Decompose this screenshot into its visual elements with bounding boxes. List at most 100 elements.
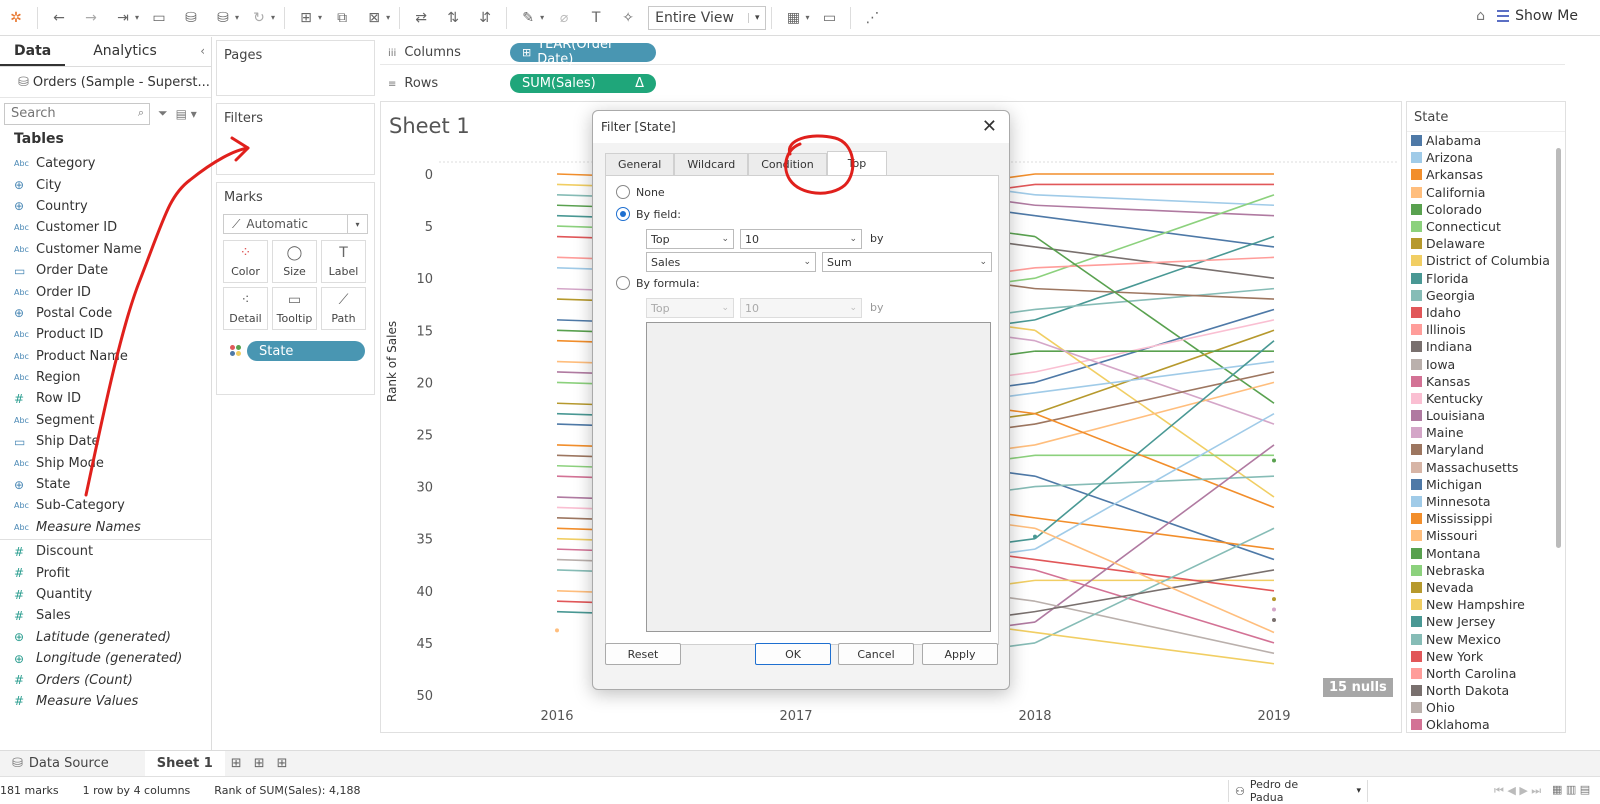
reset-button[interactable]: Reset [605,643,681,665]
close-icon[interactable]: ✕ [982,116,997,137]
radio-by-field-button[interactable] [616,207,630,221]
field-item[interactable]: ▭ Ship Date [0,431,211,452]
legend-item[interactable]: Arizona [1407,149,1565,166]
radio-by-field[interactable]: By field: [616,207,681,221]
tab-general[interactable]: General [605,153,675,175]
field-item[interactable]: # Quantity [0,584,211,605]
redo-icon[interactable]: → [79,6,103,30]
nulls-indicator[interactable]: 15 nulls [1323,678,1393,697]
legend-item[interactable]: Colorado [1407,201,1565,218]
replay-icon[interactable]: ⇥ [111,6,135,30]
apply-button[interactable]: Apply [922,643,998,665]
view-layout-icons[interactable]: ▦ ▥ ▤ [1552,783,1590,796]
radio-by-formula-button[interactable] [616,276,630,290]
field-item[interactable]: Abc Category [0,153,211,174]
radio-none-button[interactable] [616,185,630,199]
top-bottom-select[interactable]: Top ⌄ [646,229,734,249]
label-button[interactable]: T Label [321,240,366,283]
y-axis-title[interactable]: Rank of Sales [385,321,399,402]
count-select[interactable]: 10 ⌄ [740,229,862,249]
field-item[interactable]: Abc Sub-Category [0,495,211,516]
legend-item[interactable]: Minnesota [1407,493,1565,510]
duplicate-sheet-icon[interactable]: ⧉ [330,6,354,30]
legend-item[interactable]: Montana [1407,545,1565,562]
aggregation-select[interactable]: Sum ⌄ [822,252,992,272]
radio-by-formula[interactable]: By formula: [616,276,700,290]
user-menu[interactable]: ⚇ Pedro de Padua ▾ [1228,778,1368,804]
legend-item[interactable]: North Dakota [1407,682,1565,699]
legend-item[interactable]: Missouri [1407,527,1565,544]
sort-descending-icon[interactable]: ⇵ [473,6,497,30]
undo-icon[interactable]: ← [47,6,71,30]
show-cards-caret-icon[interactable]: ▾ [805,13,809,22]
highlight-caret-icon[interactable]: ▾ [540,13,544,22]
sheet-title[interactable]: Sheet 1 [389,114,470,138]
pages-card[interactable]: Pages [216,40,375,96]
legend-item[interactable]: Indiana [1407,338,1565,355]
legend-item[interactable]: Kansas [1407,373,1565,390]
legend-item[interactable]: Oklahoma [1407,716,1565,732]
legend-item[interactable]: Florida [1407,270,1565,287]
rows-shelf[interactable]: ≡ Rows SUM(Sales) Δ [380,71,1565,96]
legend-item[interactable]: Louisiana [1407,407,1565,424]
detail-button[interactable]: ⁖ Detail [223,287,268,330]
field-item[interactable]: Abc Customer Name [0,239,211,260]
cancel-button[interactable]: Cancel [838,643,914,665]
legend-item[interactable]: Delaware [1407,235,1565,252]
field-item[interactable]: Abc Region [0,367,211,388]
sort-ascending-icon[interactable]: ⇅ [441,6,465,30]
tab-wildcard[interactable]: Wildcard [674,153,749,175]
state-color-legend[interactable]: State Alabama Arizona Arkansas California Co… [1406,101,1566,733]
legend-item[interactable]: Kentucky [1407,390,1565,407]
new-dashboard-icon[interactable]: ⊞ [248,751,271,777]
color-button[interactable]: ⁘ Color [223,240,268,283]
pause-caret-icon[interactable]: ▾ [235,13,239,22]
legend-item[interactable]: Idaho [1407,304,1565,321]
legend-item[interactable]: Michigan [1407,476,1565,493]
datasource-item[interactable]: ⛁ Orders (Sample - Superst... [0,67,211,97]
legend-item[interactable]: New Mexico [1407,630,1565,647]
legend-item[interactable]: Mississippi [1407,510,1565,527]
legend-item[interactable]: New Jersey [1407,613,1565,630]
show-mark-labels-icon[interactable]: T [584,6,608,30]
size-button[interactable]: ◯ Size [272,240,317,283]
group-members-icon[interactable]: ⌀ [552,6,576,30]
legend-scrollbar[interactable] [1556,148,1561,548]
field-item[interactable]: # Row ID [0,388,211,409]
filters-card[interactable]: Filters [216,103,375,175]
measure-select[interactable]: Sales ⌄ [646,252,816,272]
legend-item[interactable]: District of Columbia [1407,252,1565,269]
data-source-tab[interactable]: ⛁ Data Source [0,751,121,777]
view-options-icon[interactable]: ▤ ▾ [176,107,197,121]
refresh-icon[interactable]: ↻ [247,6,271,30]
highlight-icon[interactable]: ✎ [516,6,540,30]
field-item[interactable]: ⊕ Longitude (generated) [0,648,211,669]
legend-item[interactable]: Georgia [1407,287,1565,304]
tab-condition[interactable]: Condition [748,153,827,175]
fit-dropdown[interactable]: Entire View ▾ [648,5,767,30]
field-item[interactable]: Abc Measure Names [0,517,211,538]
sheet-1-tab[interactable]: Sheet 1 [144,750,225,777]
show-me-button[interactable]: Show Me [1497,8,1578,24]
legend-item[interactable]: North Carolina [1407,665,1565,682]
collapse-pane-icon[interactable]: ‹ [200,44,205,58]
field-item[interactable]: # Measure Values [0,691,211,712]
sum-sales-pill[interactable]: SUM(Sales) Δ [510,74,656,93]
legend-item[interactable]: Iowa [1407,355,1565,372]
field-item[interactable]: # Profit [0,562,211,583]
tab-data[interactable]: Data [0,37,66,66]
mark-type-dropdown[interactable]: ⟋ Automatic ▾ [223,214,368,234]
new-worksheet-caret-icon[interactable]: ▾ [318,13,322,22]
legend-item[interactable]: Ohio [1407,699,1565,716]
tooltip-button[interactable]: ▭ Tooltip [272,287,317,330]
presentation-mode-icon[interactable]: ▭ [817,6,841,30]
legend-item[interactable]: Maine [1407,424,1565,441]
show-cards-icon[interactable]: ▦ [781,6,805,30]
radio-none[interactable]: None [616,185,665,199]
swap-rows-columns-icon[interactable]: ⇄ [409,6,433,30]
legend-item[interactable]: Nebraska [1407,562,1565,579]
field-item[interactable]: ⊕ Latitude (generated) [0,627,211,648]
field-item[interactable]: # Discount [0,541,211,562]
field-item[interactable]: Abc Segment [0,410,211,431]
new-worksheet-icon[interactable]: ⊞ [225,751,248,777]
